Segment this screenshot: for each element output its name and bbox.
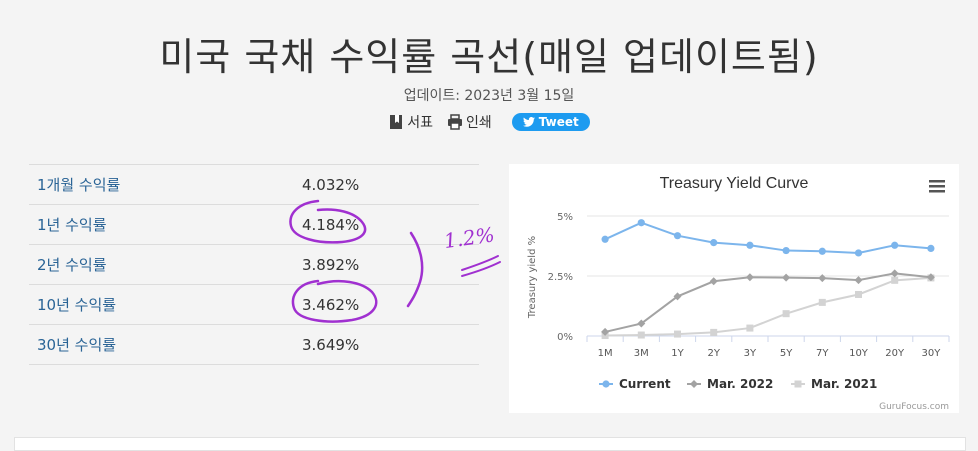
page-title: 미국 국채 수익률 곡선(매일 업데이트됨): [159, 35, 819, 79]
y-tick-label: 0%: [557, 332, 573, 343]
tweet-label: Tweet: [538, 115, 579, 129]
chart-credit: GuruFocus.com: [879, 402, 949, 412]
data-point[interactable]: [710, 328, 718, 336]
yield-curve-chart: Treasury Yield Curve Treasury yield % 0%…: [527, 175, 950, 412]
table-row: 1개월 수익률 4.032%: [29, 164, 479, 205]
data-point[interactable]: [637, 219, 645, 227]
yield-label-link[interactable]: 2년 수익률: [37, 256, 107, 274]
data-point[interactable]: [601, 235, 609, 243]
print-button[interactable]: 인쇄: [447, 112, 492, 132]
legend-label: Mar. 2021: [811, 377, 877, 391]
legend-item[interactable]: Current: [599, 377, 671, 391]
legend-marker[interactable]: [690, 380, 698, 388]
tweet-button[interactable]: Tweet: [511, 113, 590, 131]
table-row: 30년 수익률 3.649%: [29, 324, 479, 365]
yield-label-link[interactable]: 1년 수익률: [37, 216, 107, 234]
series-mar-2022: [601, 269, 935, 336]
x-tick-label: 3M: [634, 348, 649, 359]
data-point[interactable]: [854, 276, 863, 285]
x-tick-label: 30Y: [921, 348, 941, 359]
yield-label-link[interactable]: 10년 수익률: [37, 296, 116, 314]
x-tick-label: 10Y: [849, 348, 869, 359]
data-point[interactable]: [710, 239, 718, 247]
updated-date: 업데이트: 2023년 3월 15일: [403, 88, 575, 104]
series-mar-2021: [601, 274, 935, 340]
data-point[interactable]: [891, 276, 899, 284]
yield-label-link[interactable]: 30년 수익률: [37, 336, 116, 354]
yield-value: 3.892%: [302, 244, 479, 285]
legend-item[interactable]: Mar. 2021: [791, 377, 877, 391]
data-point[interactable]: [674, 330, 681, 338]
print-label: 인쇄: [466, 115, 492, 131]
legend-marker[interactable]: [602, 380, 610, 388]
yield-label-link[interactable]: 1개월 수익률: [37, 176, 120, 194]
content-panel-edge: [14, 437, 966, 451]
action-bar: 서표 인쇄 Tweet: [0, 112, 978, 132]
series-line: [605, 276, 931, 337]
series-current: [601, 219, 935, 257]
series-line: [604, 221, 931, 254]
y-axis-title: Treasury yield %: [527, 236, 538, 319]
data-point[interactable]: [818, 274, 827, 283]
y-tick-label: 2.5%: [548, 272, 573, 283]
data-point[interactable]: [746, 241, 754, 249]
yield-value: 4.184%: [302, 204, 479, 245]
table-row: 2년 수익률 3.892%: [29, 244, 479, 285]
bookmark-icon: [390, 115, 403, 129]
x-tick-label: 1Y: [671, 348, 684, 359]
x-tick-label: 20Y: [885, 348, 905, 359]
bookmark-label: 서표: [407, 115, 434, 131]
yield-value: 3.649%: [302, 324, 479, 365]
legend-item[interactable]: Mar. 2022: [687, 377, 773, 391]
data-point[interactable]: [673, 232, 682, 240]
table-row: 1년 수익률 4.184%: [29, 204, 479, 245]
data-point[interactable]: [782, 246, 790, 255]
data-point[interactable]: [818, 247, 826, 255]
x-tick-label: 1M: [598, 348, 613, 359]
x-tick-label: 3Y: [744, 348, 757, 359]
data-point[interactable]: [854, 249, 863, 257]
x-tick-label: 5Y: [780, 348, 793, 359]
x-tick-label: 7Y: [816, 348, 829, 359]
data-point[interactable]: [855, 290, 862, 298]
legend-label: Current: [619, 377, 671, 391]
chart-title: Treasury Yield Curve: [660, 175, 809, 192]
legend-marker[interactable]: [794, 380, 802, 388]
table-row: 10년 수익률 3.462%: [29, 284, 479, 325]
data-point[interactable]: [818, 298, 826, 306]
data-point[interactable]: [927, 244, 935, 252]
twitter-bird-icon: [522, 117, 535, 127]
y-tick-label: 5%: [557, 212, 573, 223]
printer-icon: [448, 114, 463, 130]
data-point[interactable]: [745, 273, 754, 282]
data-point[interactable]: [891, 241, 899, 249]
data-point[interactable]: [746, 324, 754, 332]
yield-curve-chart-card: Treasury Yield Curve Treasury yield % 0%…: [509, 164, 959, 413]
yield-value: 4.032%: [302, 164, 479, 205]
x-tick-label: 2Y: [707, 348, 720, 359]
bookmark-button[interactable]: 서표: [388, 112, 433, 132]
data-point[interactable]: [782, 273, 791, 282]
data-point[interactable]: [782, 310, 790, 318]
series-line: [604, 272, 932, 333]
data-point[interactable]: [637, 331, 645, 339]
legend-label: Mar. 2022: [707, 377, 773, 391]
yield-value: 3.462%: [302, 284, 479, 325]
data-point[interactable]: [709, 277, 718, 286]
chart-menu-button[interactable]: [929, 180, 945, 193]
yields-table: 1개월 수익률 4.032% 1년 수익률 4.184% 2년 수익률 3.89…: [29, 164, 479, 365]
